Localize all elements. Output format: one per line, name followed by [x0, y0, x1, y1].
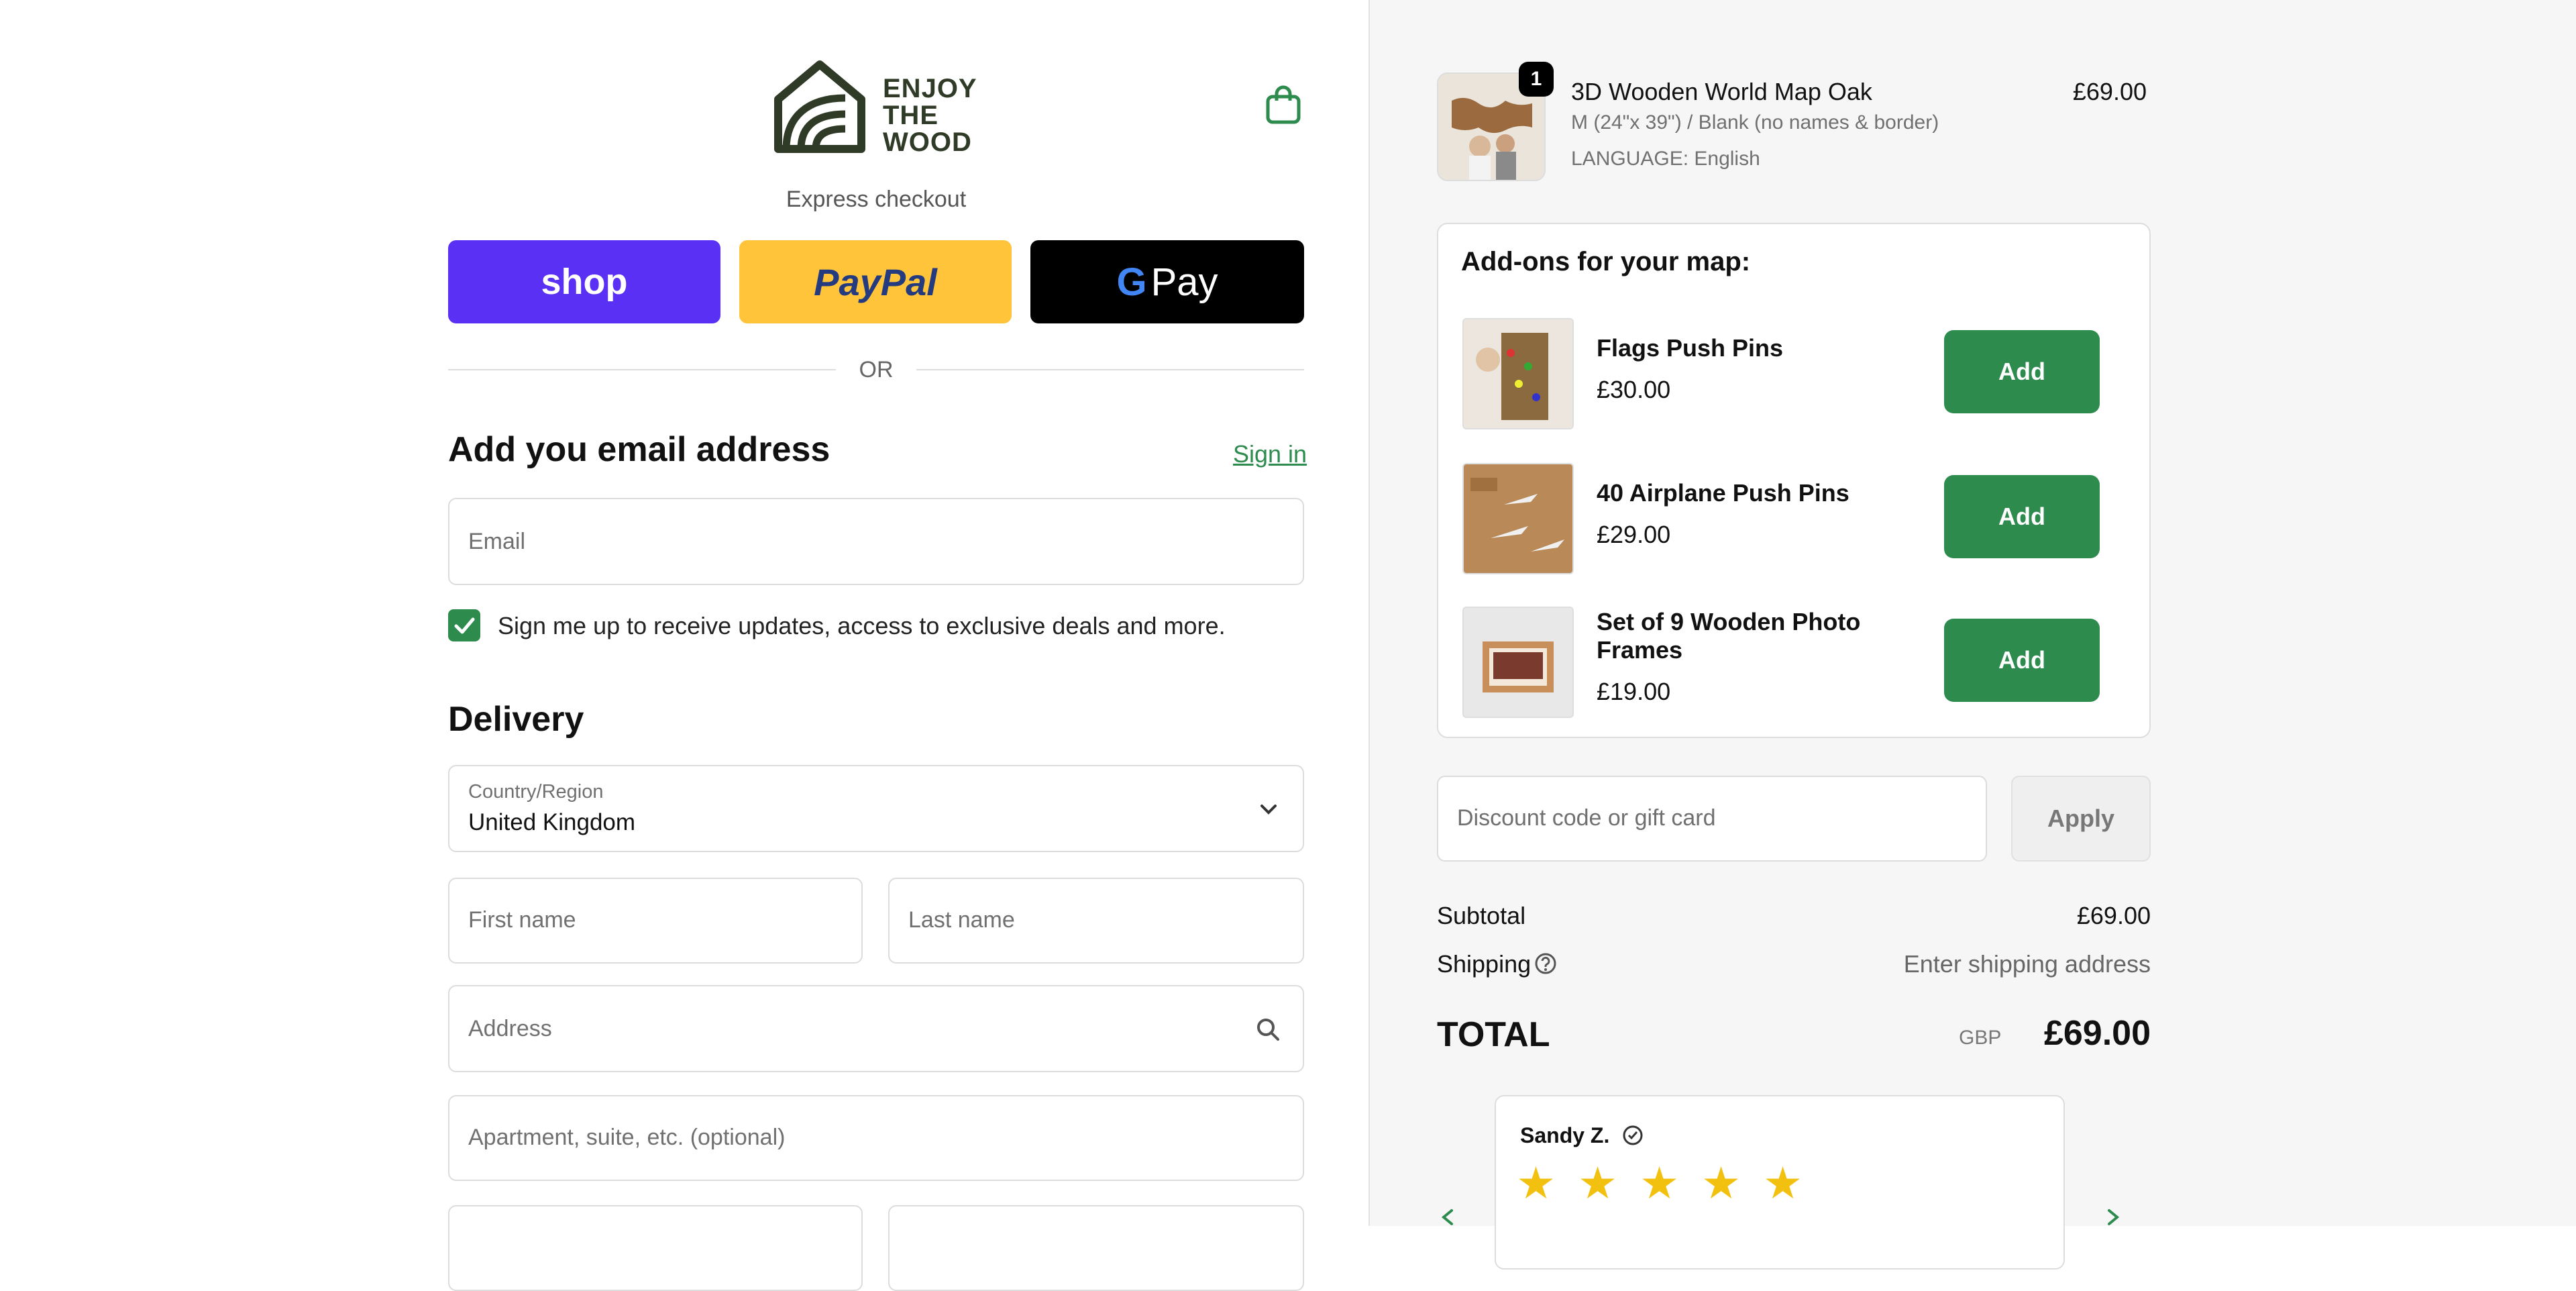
apply-label: Apply	[2047, 805, 2114, 832]
add-flags-push-pins-button[interactable]: Add	[1944, 330, 2100, 413]
addon-name: 40 Airplane Push Pins	[1597, 479, 1849, 507]
google-pay-label: Pay	[1150, 260, 1218, 304]
subtotal-value: £69.00	[2076, 902, 2151, 929]
brand-name-line3: WOOD	[883, 127, 972, 157]
star-icon: ★	[1578, 1158, 1618, 1208]
country-label: Country/Region	[468, 781, 604, 803]
or-divider-line-left	[448, 369, 836, 370]
apartment-placeholder: Apartment, suite, etc. (optional)	[468, 1125, 786, 1150]
country-value: United Kingdom	[468, 809, 636, 835]
first-name-field[interactable]: First name	[448, 878, 863, 964]
add-airplane-push-pins-button[interactable]: Add	[1944, 475, 2100, 558]
delivery-title: Delivery	[448, 700, 584, 739]
add-photo-frames-button[interactable]: Add	[1944, 619, 2100, 702]
total-currency: GBP	[1959, 1027, 2002, 1049]
brand-name-line2: THE	[883, 101, 938, 130]
express-checkout-label: Express checkout	[786, 187, 967, 212]
addon-price: £29.00	[1597, 521, 1671, 548]
shipping-label: Shipping	[1437, 950, 1532, 978]
or-divider-label: OR	[859, 357, 894, 382]
addon-thumbnail-flags	[1462, 318, 1574, 429]
addon-thumbnail-airplanes	[1462, 463, 1574, 574]
review-card: Sandy Z. ★ ★ ★ ★ ★	[1495, 1095, 2065, 1270]
address-field[interactable]: Address	[448, 985, 1304, 1072]
addons-card: Add-ons for your map: Flags Push Pins £3…	[1437, 223, 2151, 738]
last-name-field[interactable]: Last name	[888, 878, 1304, 964]
city-field[interactable]	[448, 1205, 863, 1291]
shop-pay-label: shop	[541, 262, 628, 302]
checkout-form-panel: ENJOY THE WOOD Express checkout shop Pay…	[0, 0, 1368, 1291]
addon-thumbnail-frames	[1462, 607, 1574, 718]
paypal-button[interactable]: PayPal	[739, 240, 1012, 323]
star-icon: ★	[1763, 1158, 1803, 1208]
address-placeholder: Address	[468, 1016, 552, 1041]
total-label: TOTAL	[1437, 1015, 1550, 1054]
last-name-placeholder: Last name	[908, 907, 1015, 933]
first-name-placeholder: First name	[468, 907, 576, 933]
order-summary-panel: 1 3D Wooden World Map Oak M (24"x 39") /…	[1368, 0, 2576, 1270]
email-section-title: Add you email address	[448, 430, 830, 469]
verified-check-icon	[1623, 1125, 1643, 1145]
shopping-bag-icon[interactable]	[1265, 85, 1301, 125]
chevron-left-icon[interactable]	[1437, 1208, 1457, 1226]
subtotal-label: Subtotal	[1437, 902, 1526, 929]
checkmark-icon	[454, 617, 475, 634]
star-icon: ★	[1640, 1158, 1680, 1208]
chevron-down-icon	[1260, 805, 1277, 815]
review-author: Sandy Z.	[1520, 1123, 1610, 1147]
star-icon: ★	[1516, 1158, 1556, 1208]
brand-name-line1: ENJOY	[883, 74, 977, 103]
or-divider-line-right	[916, 369, 1304, 370]
sign-in-link[interactable]: Sign in	[1233, 440, 1307, 468]
addon-name: Flags Push Pins	[1597, 334, 1784, 362]
email-field[interactable]: Email	[448, 498, 1304, 585]
discount-code-field[interactable]: Discount code or gift card	[1437, 776, 1987, 862]
addon-price: £19.00	[1597, 678, 1671, 705]
product-price: £69.00	[2072, 78, 2147, 105]
chevron-right-icon[interactable]	[2104, 1208, 2124, 1226]
apartment-field[interactable]: Apartment, suite, etc. (optional)	[448, 1095, 1304, 1181]
total-value: £69.00	[2043, 1014, 2151, 1053]
product-variant: M (24"x 39") / Blank (no names & border)	[1571, 111, 1939, 134]
shipping-value: Enter shipping address	[1903, 950, 2151, 978]
apply-discount-button[interactable]: Apply	[2011, 776, 2151, 862]
paypal-label: PayPal	[814, 260, 937, 303]
email-placeholder: Email	[468, 529, 526, 554]
discount-placeholder: Discount code or gift card	[1457, 805, 1716, 831]
addon-name: Set of 9 Wooden Photo Frames	[1597, 608, 1861, 664]
star-icon: ★	[1701, 1158, 1741, 1208]
google-pay-button[interactable]: G Pay	[1030, 240, 1304, 323]
country-select[interactable]: Country/Region United Kingdom	[448, 765, 1304, 852]
google-g-icon: G	[1116, 260, 1147, 304]
newsletter-label: Sign me up to receive updates, access to…	[498, 612, 1226, 639]
brand-logo[interactable]: ENJOY THE WOOD	[771, 59, 986, 157]
addons-title: Add-ons for your map:	[1461, 247, 1751, 276]
product-name: 3D Wooden World Map Oak	[1571, 78, 1872, 105]
quantity-badge: 1	[1519, 62, 1554, 97]
product-language: LANGUAGE: English	[1571, 148, 1760, 170]
addon-price: £30.00	[1597, 376, 1671, 403]
help-circle-icon[interactable]	[1534, 951, 1558, 976]
search-icon[interactable]	[1254, 1016, 1281, 1043]
shop-pay-button[interactable]: shop	[448, 240, 720, 323]
newsletter-checkbox[interactable]	[448, 609, 480, 641]
logo-icon	[774, 60, 865, 153]
postcode-field[interactable]	[888, 1205, 1304, 1291]
